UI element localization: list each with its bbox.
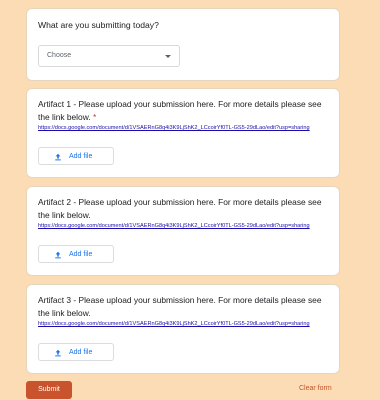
add-file-label: Add file	[69, 152, 93, 160]
dropdown-value: Choose	[47, 52, 72, 59]
artifact-1-add-file-button[interactable]: Add file	[38, 147, 114, 165]
add-file-label: Add file	[69, 250, 93, 258]
artifact-2-link[interactable]: https://docs.google.com/document/d/1VSAE…	[38, 223, 320, 230]
upload-icon	[55, 153, 61, 161]
artifact-1-link[interactable]: https://docs.google.com/document/d/1VSAE…	[38, 125, 320, 132]
required-asterisk: *	[92, 112, 97, 122]
question-title: What are you submitting today?	[38, 20, 159, 30]
artifact-1-title-text: Artifact 1 - Please upload your submissi…	[38, 99, 322, 122]
submit-button[interactable]: Submit	[26, 381, 72, 399]
clear-form-button[interactable]: Clear form	[299, 385, 332, 392]
artifact-3-card: Artifact 3 - Please upload your submissi…	[26, 284, 340, 374]
add-file-label: Add file	[69, 348, 93, 356]
artifact-3-title: Artifact 3 - Please upload your submissi…	[38, 295, 322, 318]
artifact-3-link[interactable]: https://docs.google.com/document/d/1VSAE…	[38, 321, 320, 328]
chevron-down-icon	[165, 55, 171, 58]
upload-icon	[55, 349, 61, 357]
artifact-1-title: Artifact 1 - Please upload your submissi…	[38, 98, 332, 124]
artifact-2-add-file-button[interactable]: Add file	[38, 245, 114, 263]
submission-type-dropdown[interactable]: Choose	[38, 45, 180, 67]
artifact-2-title: Artifact 2 - Please upload your submissi…	[38, 197, 322, 220]
artifact-2-card: Artifact 2 - Please upload your submissi…	[26, 186, 340, 276]
artifact-1-card: Artifact 1 - Please upload your submissi…	[26, 88, 340, 178]
question-card: What are you submitting today? Choose	[26, 8, 340, 81]
upload-icon	[55, 251, 61, 259]
artifact-3-add-file-button[interactable]: Add file	[38, 343, 114, 361]
